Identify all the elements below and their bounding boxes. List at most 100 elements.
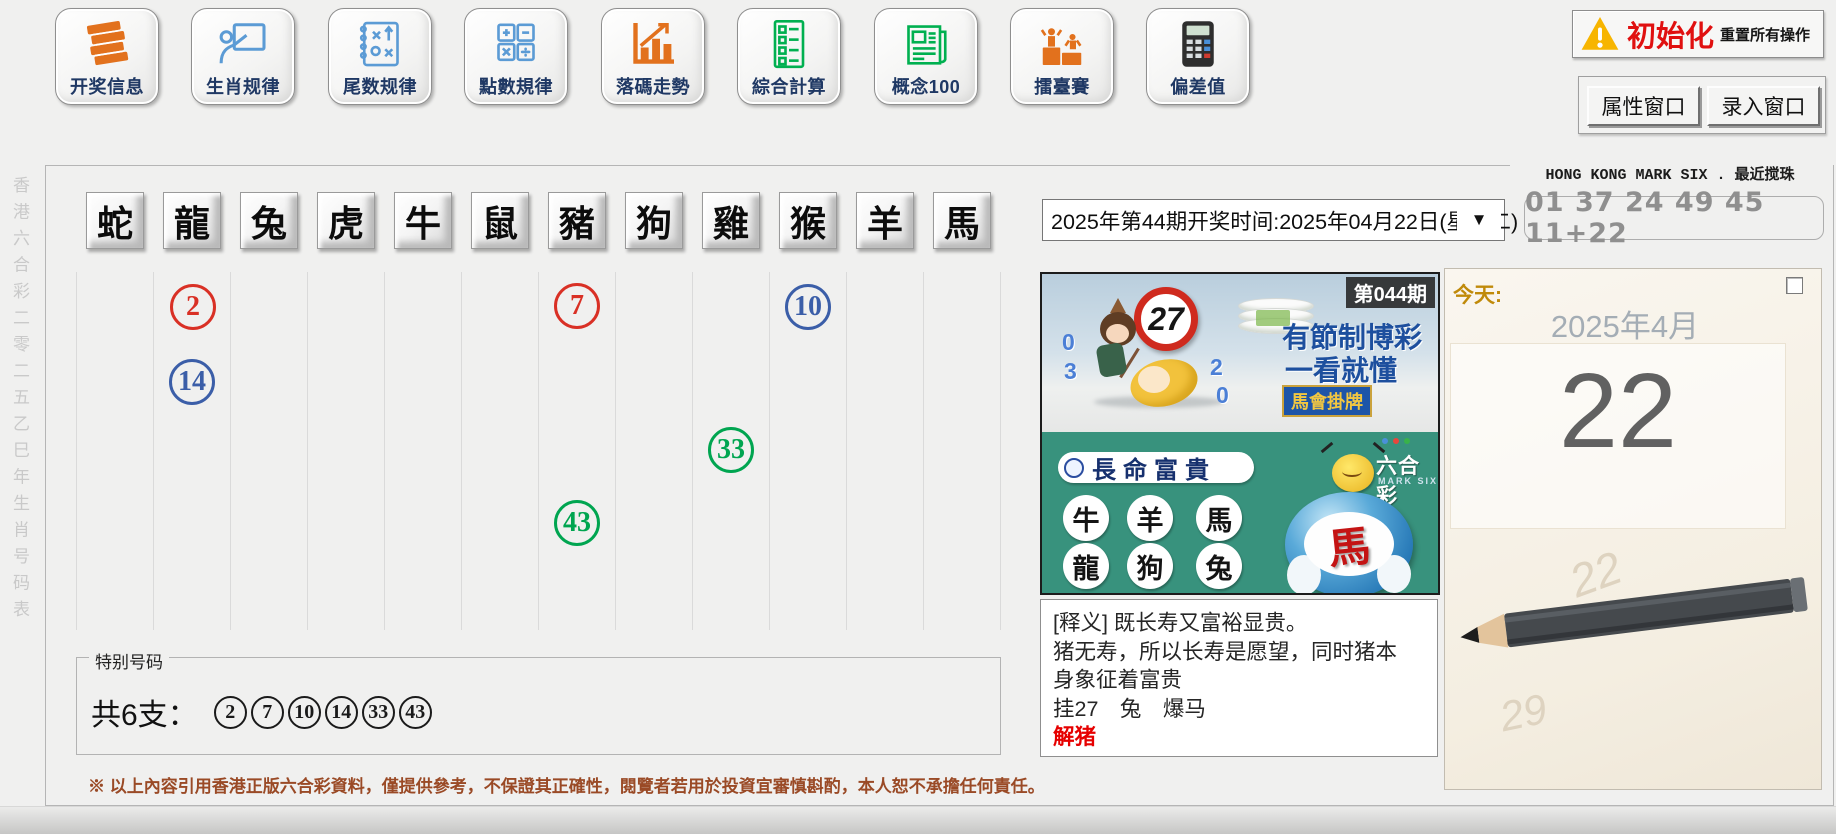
zodiac-button-dragon[interactable]: 龍 bbox=[163, 192, 221, 249]
app-window: { "toolbar": { "buttons": [ { "label": "… bbox=[0, 0, 1836, 834]
toolbar-label: 擂臺賽 bbox=[1034, 73, 1090, 99]
toolbar-button-tail-pattern[interactable]: 尾数规律 bbox=[328, 8, 432, 105]
strategy-notebook-icon bbox=[352, 16, 408, 72]
floating-digit: 2 bbox=[1210, 354, 1223, 381]
recent-draw-title: HONG KONG MARK SIX . 最近搅珠 bbox=[1520, 163, 1820, 184]
main-panel-top-border bbox=[45, 165, 1510, 166]
zodiac-button-horse[interactable]: 馬 bbox=[933, 192, 991, 249]
window-footer-strip bbox=[0, 806, 1836, 834]
poster-zodiac-dragon: 龍 bbox=[1063, 543, 1109, 589]
cartoon-boy-face bbox=[1106, 324, 1129, 343]
zodiac-number-grid bbox=[76, 272, 1001, 630]
crown-icon bbox=[1110, 298, 1126, 313]
toolbar-button-concept100[interactable]: 概念100 bbox=[874, 8, 978, 105]
zodiac-button-snake[interactable]: 蛇 bbox=[86, 192, 144, 249]
draw-selector-dropdown[interactable]: 2025年第44期开奖时间:2025年04月22日(星期二) ▼ bbox=[1042, 199, 1505, 241]
jockey-club-badge: 馬會掛牌 bbox=[1282, 385, 1372, 417]
calendar-day-box: 22 bbox=[1450, 343, 1786, 529]
special-ball: 43 bbox=[399, 696, 432, 729]
chevron-down-icon: ▼ bbox=[1471, 210, 1488, 230]
floating-digit: 0 bbox=[1216, 382, 1229, 409]
zodiac-button-goat[interactable]: 羊 bbox=[856, 192, 914, 249]
interpretation-line: 身象征着富贵 bbox=[1053, 666, 1425, 695]
grid-ball-7[interactable]: 7 bbox=[554, 283, 600, 329]
initialize-button[interactable]: 初始化 重置所有操作 bbox=[1572, 10, 1824, 58]
mascot-arm bbox=[1321, 442, 1334, 453]
toolbar-label: 尾数规律 bbox=[343, 73, 417, 99]
podium-icon bbox=[1034, 16, 1090, 72]
idiom-text: 長命富貴 bbox=[1092, 450, 1216, 485]
zodiac-button-dog[interactable]: 狗 bbox=[625, 192, 683, 249]
main-panel-left-border bbox=[45, 165, 46, 805]
idiom-logo-icon bbox=[1064, 458, 1084, 478]
zodiac-button-monkey[interactable]: 猴 bbox=[779, 192, 837, 249]
entry-window-button[interactable]: 录入窗口 bbox=[1707, 86, 1820, 126]
lottery-ball: 馬 bbox=[1285, 492, 1413, 595]
grid-ball-10[interactable]: 10 bbox=[785, 284, 831, 330]
toolbar-label: 开奖信息 bbox=[70, 73, 144, 99]
ball-face: 馬 bbox=[1304, 512, 1394, 576]
cartoon-pig-face bbox=[1138, 366, 1170, 393]
ball-character: 馬 bbox=[1325, 511, 1373, 576]
toolbar-button-zodiac-pattern[interactable]: 生肖规律 bbox=[191, 8, 295, 105]
sidebar-vertical-title: 香港六合彩二零二五乙巳年生肖号码表 bbox=[7, 176, 32, 676]
initialize-label: 初始化 bbox=[1627, 13, 1714, 55]
poster-issue-label: 第044期 bbox=[1346, 277, 1435, 308]
calendar-day-number: 22 bbox=[1451, 358, 1785, 464]
pencil-image bbox=[1454, 558, 1812, 670]
toolbar-label: 點數規律 bbox=[479, 73, 553, 99]
zodiac-button-rooster[interactable]: 雞 bbox=[702, 192, 760, 249]
toolbar-button-points-pattern[interactable]: 點數規律 bbox=[464, 8, 568, 105]
toolbar-button-trend[interactable]: 落碼走勢 bbox=[601, 8, 705, 105]
calendar-checkbox[interactable] bbox=[1786, 277, 1803, 294]
special-ball: 14 bbox=[325, 696, 358, 729]
draw-selector-value: 2025年第44期开奖时间:2025年04月22日(星期二) bbox=[1043, 205, 1518, 236]
idiom-banner: 長命富貴 bbox=[1058, 452, 1254, 483]
floating-digit: 3 bbox=[1064, 358, 1077, 385]
reset-all-label: 重置所有操作 bbox=[1720, 24, 1810, 45]
books-icon bbox=[79, 16, 135, 72]
grid-ball-2[interactable]: 2 bbox=[170, 284, 216, 330]
zodiac-button-rat[interactable]: 鼠 bbox=[471, 192, 529, 249]
trend-chart-icon bbox=[625, 16, 681, 72]
toolbar-label: 生肖规律 bbox=[206, 73, 280, 99]
zodiac-button-rabbit[interactable]: 兔 bbox=[240, 192, 298, 249]
dropdown-arrow-button[interactable]: ▼ bbox=[1457, 203, 1501, 237]
presenter-icon bbox=[215, 16, 271, 72]
properties-window-button[interactable]: 属性窗口 bbox=[1587, 86, 1700, 126]
poster-zodiac-rabbit: 兔 bbox=[1196, 543, 1242, 589]
calendar-panel: 今天: 2025年4月 22 22 29 bbox=[1444, 268, 1822, 790]
special-ball: 7 bbox=[251, 696, 284, 729]
toolbar-button-deviation[interactable]: 偏差值 bbox=[1146, 8, 1250, 105]
toolbar-button-composite-calc[interactable]: 綜合計算 bbox=[737, 8, 841, 105]
grid-ball-14[interactable]: 14 bbox=[169, 359, 215, 405]
special-ball: 2 bbox=[214, 696, 247, 729]
special-numbers-groupbox: 特别号码 共6支： 2 7 10 14 33 43 bbox=[76, 657, 1001, 755]
calendar-month: 2025年4月 bbox=[1485, 301, 1765, 346]
newspaper-icon bbox=[898, 16, 954, 72]
toolbar-label: 概念100 bbox=[892, 73, 961, 99]
grid-ball-43[interactable]: 43 bbox=[554, 500, 600, 546]
calculator-icon bbox=[1170, 16, 1226, 72]
poster-zodiac-ox: 牛 bbox=[1063, 495, 1109, 541]
cartoon-boy-body bbox=[1095, 342, 1127, 378]
zodiac-button-ox[interactable]: 牛 bbox=[394, 192, 452, 249]
poster-zodiac-goat: 羊 bbox=[1127, 495, 1173, 541]
window-buttons-group: 属性窗口 录入窗口 bbox=[1578, 76, 1826, 134]
toolbar-button-draw-info[interactable]: 开奖信息 bbox=[55, 8, 159, 105]
lottery-poster: 第044期 27 0 3 2 0 有節制博彩 一看就懂 馬會掛牌 長命富貴 牛 … bbox=[1040, 272, 1440, 595]
toolbar-label: 綜合計算 bbox=[752, 73, 826, 99]
toolbar-button-arena[interactable]: 擂臺賽 bbox=[1010, 8, 1114, 105]
interpretation-line: 猪无寿，所以长寿是愿望，同时猪本 bbox=[1053, 638, 1425, 667]
special-numbers-title: 特别号码 bbox=[89, 648, 169, 673]
floating-digit: 0 bbox=[1062, 329, 1075, 356]
zodiac-button-tiger[interactable]: 虎 bbox=[317, 192, 375, 249]
poster-slogan-line2: 一看就懂 bbox=[1285, 349, 1397, 389]
special-count-label: 共6支： bbox=[91, 690, 198, 734]
interpretation-answer: 解猪 bbox=[1053, 723, 1425, 752]
disclaimer-text: ※ 以上內容引用香港正版六合彩資料，僅提供參考，不保證其正確性，閱覽者若用於投資… bbox=[88, 772, 1045, 797]
poster-zodiac-dog: 狗 bbox=[1127, 543, 1173, 589]
special-numbers-row: 共6支： 2 7 10 14 33 43 bbox=[91, 690, 432, 734]
zodiac-button-pig[interactable]: 豬 bbox=[548, 192, 606, 249]
grid-ball-33[interactable]: 33 bbox=[708, 427, 754, 473]
